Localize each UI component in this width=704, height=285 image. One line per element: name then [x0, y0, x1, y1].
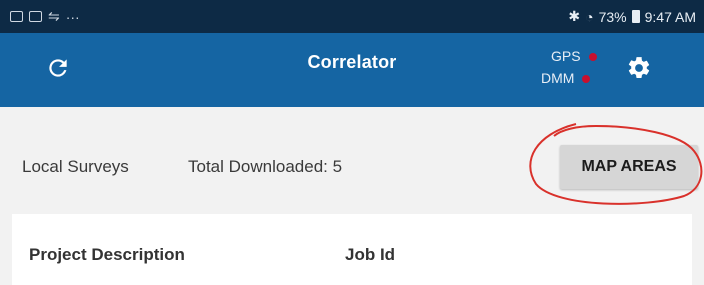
usb-icon: ⇋	[48, 8, 60, 24]
gps-status-dot	[588, 53, 597, 62]
notification-icon	[10, 11, 23, 22]
total-downloaded-label: Total Downloaded: 5	[188, 157, 343, 176]
local-surveys-label[interactable]: Local Surveys	[22, 157, 129, 177]
app-title: Correlator	[307, 52, 397, 72]
main-content: Local Surveys Total Downloaded: 5 MAP AR…	[0, 107, 704, 285]
clock: 9:47 AM	[644, 8, 696, 25]
image-icon	[29, 11, 42, 22]
gear-icon[interactable]	[626, 55, 652, 81]
status-left-icons: ⇋ ···	[10, 8, 80, 25]
column-header-job-id[interactable]: Job Id	[345, 245, 395, 265]
battery-icon	[631, 10, 640, 23]
dmm-label: DMM	[541, 70, 575, 86]
bluetooth-icon: ✱	[568, 8, 581, 24]
column-header-project-description[interactable]: Project Description	[29, 245, 185, 265]
gps-label: GPS	[551, 48, 581, 64]
system-status-bar: ⇋ ··· ✱ ◔ 73% 9:47 AM	[0, 0, 704, 33]
status-right-icons: ✱ ◔ 73% 9:47 AM	[568, 8, 696, 25]
gps-indicator: GPS	[551, 48, 597, 64]
dmm-indicator: DMM	[541, 70, 591, 86]
wifi-icon: ◔	[585, 8, 594, 25]
dmm-status-dot	[582, 75, 591, 84]
app-toolbar: Correlator GPS DMM	[0, 33, 704, 107]
more-notifications: ···	[65, 8, 80, 25]
map-areas-button[interactable]: MAP AREAS	[560, 145, 698, 189]
battery-percent: 73%	[598, 8, 627, 25]
survey-table: Project Description Job Id	[12, 214, 692, 285]
